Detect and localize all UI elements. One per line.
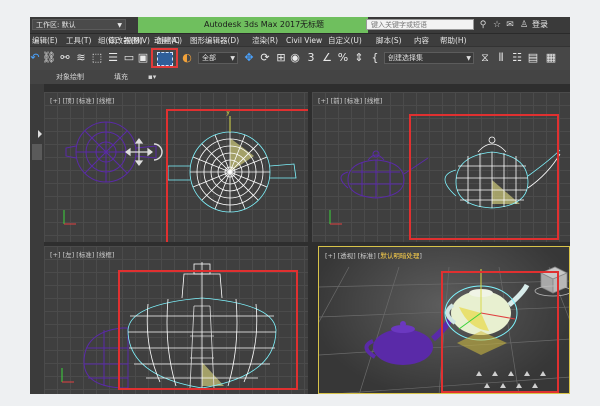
top-axis-tripod (63, 210, 76, 225)
unlink-icon[interactable]: ⚯ (58, 51, 72, 65)
highlight-box-front (409, 114, 559, 240)
tab-populate[interactable]: 填充 (114, 70, 128, 84)
select-object-button-highlighted[interactable] (151, 48, 178, 68)
binoculars-icon[interactable]: ⚲ (477, 19, 489, 31)
communication-icon[interactable]: ✉ (504, 19, 516, 31)
tab-object-paint[interactable]: 对象绘制 (56, 70, 84, 84)
main-toolbar: ↶ ⛓ ⚯ ≋ ⬚ ☰ ▭ ▣ ◐ 全部 ▼ ✥ ⟳ ⊞ ◉ 3 ∠ % ⇕ {… (30, 46, 570, 72)
rectangular-selection-icon[interactable]: ▭ (122, 51, 136, 65)
filter-value: 全部 (202, 54, 216, 62)
workspace-dropdown[interactable]: 工作区: 默认 ▼ (32, 19, 126, 30)
panel-handle[interactable] (32, 144, 42, 160)
chevron-down-icon: ▼ (230, 55, 235, 62)
left-axis-tripod (61, 368, 74, 383)
toggle-ribbon-icon[interactable]: ▦ (544, 51, 558, 65)
select-and-move-icon[interactable]: ✥ (242, 51, 256, 65)
viewport-front[interactable]: [+] [前] [标准] [线框] (312, 92, 570, 242)
select-and-rotate-icon[interactable]: ⟳ (258, 51, 272, 65)
title-bar: 工作区: 默认 ▼ Autodesk 3ds Max 2017 无标题 键入关键… (30, 17, 570, 33)
named-selection-dropdown[interactable]: 创建选择集 ▼ (384, 52, 474, 64)
menu-bar: 编辑(E) 工具(T) 组(G) 视图(V) 创建(C) 修改器(M) 动画(A… (30, 33, 570, 47)
user-icon[interactable]: ♙ (518, 19, 530, 31)
select-object-icon[interactable]: ⬚ (90, 51, 104, 65)
document-title: 无标题 (300, 20, 324, 29)
highlight-box-perspective (441, 271, 559, 393)
command-panel-strip (30, 84, 44, 394)
selection-region-icon (157, 52, 173, 66)
chevron-down-icon: ▼ (117, 22, 122, 29)
select-by-name-icon[interactable]: ☰ (106, 51, 120, 65)
search-input[interactable]: 键入关键字或短语 (366, 19, 474, 30)
edit-named-selection-icon[interactable]: { (368, 51, 382, 65)
mirror-icon[interactable]: ⧖ (478, 51, 492, 65)
angle-snap-icon[interactable]: ∠ (320, 51, 334, 65)
select-link-icon[interactable]: ⛓ (42, 51, 56, 65)
ribbon-options-icon[interactable]: ▪▾ (148, 70, 156, 84)
title-band: Autodesk 3ds Max 2017 无标题 (138, 17, 368, 33)
highlight-box-left (118, 270, 298, 390)
search-placeholder: 键入关键字或短语 (371, 21, 427, 29)
percent-snap-icon[interactable]: % (336, 51, 350, 65)
app-title: Autodesk 3ds Max 2017 (204, 20, 301, 29)
viewport-left[interactable]: [+] [左] [标准] [线框] (44, 246, 308, 394)
login-link[interactable]: 登录 (532, 17, 548, 33)
chevron-down-icon: ▼ (466, 55, 471, 62)
manage-layers-icon[interactable]: ◐ (180, 51, 194, 65)
expand-arrow-icon[interactable] (38, 130, 42, 138)
window-crossing-icon[interactable]: ▣ (136, 51, 150, 65)
spinner-snap-icon[interactable]: ⇕ (352, 51, 366, 65)
viewport-perspective[interactable]: [+] [透视] [标准] [默认明暗处理] (318, 246, 570, 394)
workspace-label: 工作区: 默认 (36, 21, 76, 29)
select-and-scale-icon[interactable]: ⊞ (274, 51, 288, 65)
viewport-top[interactable]: [+] [顶] [标准] [线框] y (44, 92, 308, 242)
undo-icon[interactable]: ↶ (28, 51, 42, 65)
bind-spacewarp-icon[interactable]: ≋ (74, 51, 88, 65)
viewport-area: [+] [顶] [标准] [线框] y [+] [前] [标准] [线框] [+… (44, 84, 570, 394)
front-axis-tripod (329, 210, 342, 225)
persp-purple-teapot (364, 315, 454, 365)
star-icon[interactable]: ☆ (491, 19, 503, 31)
align-icon[interactable]: ⫴ (494, 51, 508, 65)
layer-explorer-icon[interactable]: ▤ (526, 51, 540, 65)
top-move-gizmo (125, 138, 153, 166)
snaps-toggle-icon[interactable]: 3 (304, 51, 318, 65)
selection-set-placeholder: 创建选择集 (388, 54, 423, 62)
highlight-box-top (166, 109, 308, 242)
place-icon[interactable]: ◉ (288, 51, 302, 65)
filter-dropdown[interactable]: 全部 ▼ (198, 52, 238, 64)
ribbon-strip: 对象绘制 填充 ▪▾ (30, 70, 570, 84)
scene-explorer-icon[interactable]: ☷ (510, 51, 524, 65)
